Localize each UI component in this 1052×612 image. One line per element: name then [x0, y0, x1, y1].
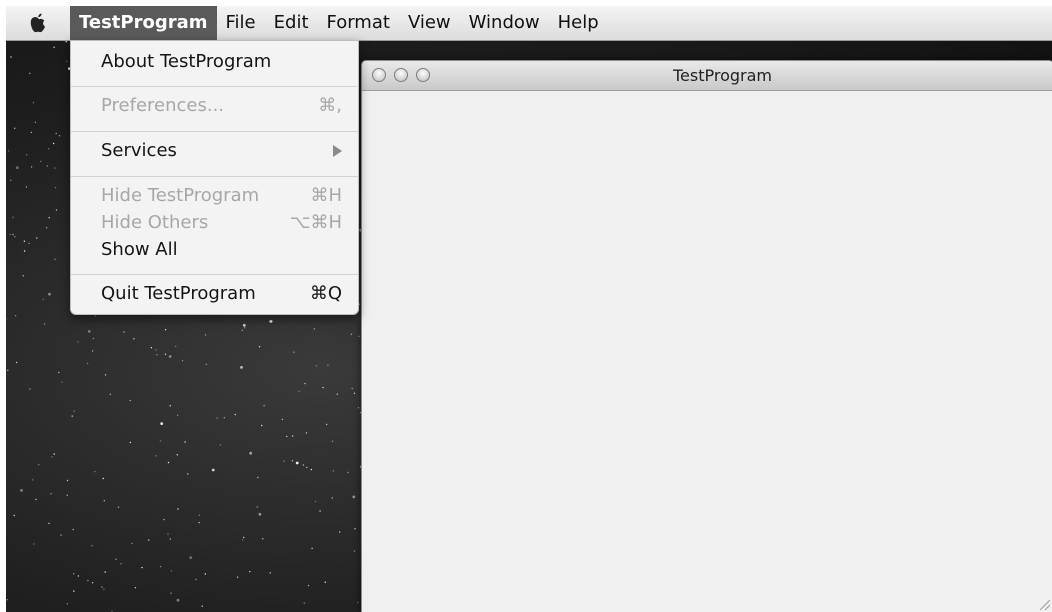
menu-item-label: Services: [101, 140, 177, 161]
menu-edit[interactable]: Edit: [265, 6, 318, 40]
menu-item-label: Hide TestProgram: [101, 185, 260, 206]
resize-grip-icon[interactable]: [1037, 597, 1051, 611]
window-titlebar[interactable]: TestProgram: [362, 61, 1052, 91]
app-menu-dropdown: About TestProgram Preferences... ⌘, Serv…: [70, 40, 359, 315]
menu-item-services[interactable]: Services: [71, 138, 358, 164]
menu-window[interactable]: Window: [460, 6, 549, 40]
desktop: TestProgram File Edit Format View Window…: [6, 6, 1052, 612]
menu-item-preferences[interactable]: Preferences... ⌘,: [71, 93, 358, 119]
menu-item-label: Show All: [101, 239, 178, 260]
window-content: [362, 91, 1052, 612]
menu-item-shortcut: ⌘Q: [309, 283, 342, 304]
menu-item-label: Preferences...: [101, 95, 225, 116]
menu-view[interactable]: View: [399, 6, 460, 40]
menu-bar: TestProgram File Edit Format View Window…: [6, 6, 1052, 41]
menu-item-hide-others[interactable]: Hide Others ⌥⌘H: [71, 210, 358, 236]
menu-item-label: Hide Others: [101, 212, 209, 233]
menu-item-about[interactable]: About TestProgram: [71, 49, 358, 75]
menu-testprogram[interactable]: TestProgram: [70, 6, 217, 40]
menu-item-quit[interactable]: Quit TestProgram ⌘Q: [71, 281, 358, 307]
menu-item-shortcut: ⌥⌘H: [289, 212, 342, 233]
menu-separator: [71, 176, 358, 177]
menu-item-label: About TestProgram: [101, 51, 272, 72]
menu-item-shortcut: ⌘,: [318, 95, 342, 116]
submenu-arrow-icon: [333, 145, 342, 157]
menu-file[interactable]: File: [217, 6, 265, 40]
window-title: TestProgram: [672, 66, 772, 85]
menu-separator: [71, 131, 358, 132]
menu-format[interactable]: Format: [318, 6, 399, 40]
menu-separator: [71, 274, 358, 275]
menu-separator: [71, 86, 358, 87]
menu-item-show-all[interactable]: Show All: [71, 237, 358, 263]
app-window: TestProgram: [361, 60, 1052, 612]
menu-item-label: Quit TestProgram: [101, 283, 256, 304]
apple-menu[interactable]: [6, 6, 70, 40]
apple-logo-icon: [30, 13, 45, 33]
menu-item-shortcut: ⌘H: [310, 185, 342, 206]
menu-item-hide-app[interactable]: Hide TestProgram ⌘H: [71, 183, 358, 209]
menu-help[interactable]: Help: [549, 6, 608, 40]
